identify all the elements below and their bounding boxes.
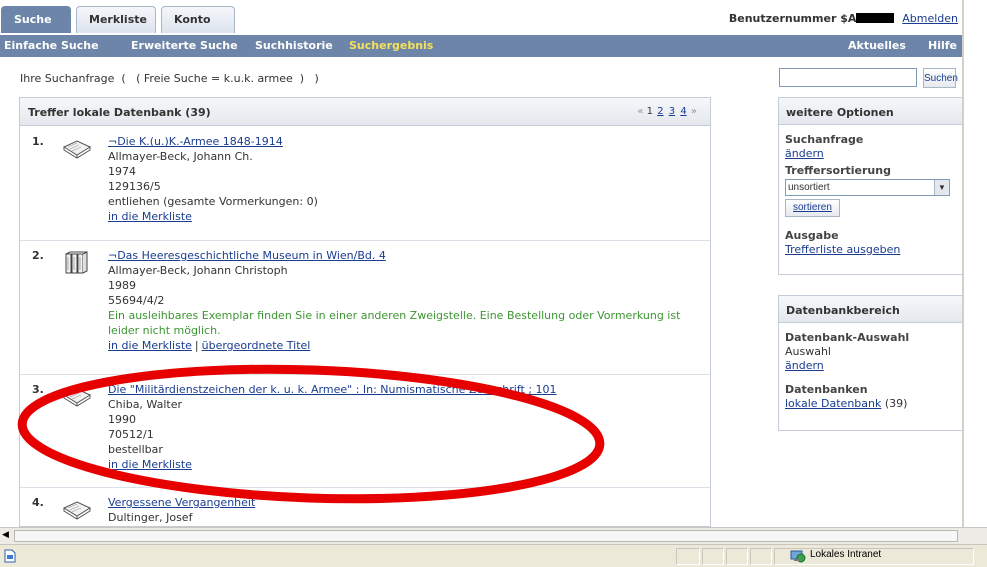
result-author: Chiba, Walter (108, 398, 182, 411)
result-details: ¬Das Heeresgeschichtliche Museum in Wien… (108, 248, 693, 353)
user-number-label: Benutzernummer $A (728, 12, 857, 25)
horizontal-scrollbar[interactable]: ◀ (0, 527, 987, 544)
database-select-value: Auswahl (785, 345, 831, 358)
add-to-watchlist-link[interactable]: in die Merkliste (108, 458, 192, 471)
result-details: Vergessene Vergangenheit Dultinger, Jose… (108, 495, 693, 525)
query-label: Suchanfrage (785, 133, 864, 146)
result-status: bestellbar (108, 443, 163, 456)
pager-page-3[interactable]: 3 (669, 106, 675, 117)
export-results-link[interactable]: Trefferliste ausgeben (785, 243, 900, 256)
parent-title-link[interactable]: übergeordnete Titel (202, 339, 311, 352)
result-author: Allmayer-Beck, Johann Christoph (108, 264, 288, 277)
status-cell (676, 548, 700, 565)
search-button[interactable]: Suchen (923, 68, 958, 88)
result-status: entliehen (gesamte Vormerkungen: 0) (108, 195, 318, 208)
result-number: 1. (32, 135, 44, 148)
redacted-user-id (856, 13, 895, 23)
results-header: Treffer lokale Datenbank (39) « 1 2 3 4 … (20, 98, 710, 126)
security-zone-label: Lokales Intranet (810, 549, 882, 560)
database-panel: Datenbankbereich Datenbank-Auswahl Auswa… (778, 295, 963, 431)
scrollbar-thumb[interactable] (14, 530, 958, 542)
pager-next[interactable]: » (691, 106, 697, 117)
result-signature: 129136/5 (108, 180, 161, 193)
book-icon (62, 501, 92, 520)
result-title-link[interactable]: Die "Militärdienstzeichen der k. u. k. A… (108, 383, 557, 396)
result-item: 3. Die "Militärdienstzeichen der k. u. k… (20, 375, 710, 488)
change-query-link[interactable]: ändern (785, 147, 824, 160)
books-series-icon (65, 251, 88, 274)
result-details: ¬Die K.(u.)K.-Armee 1848-1914 Allmayer-B… (108, 134, 693, 224)
nav-hilfe[interactable]: Hilfe (928, 39, 957, 52)
sub-navigation: Einfache Suche Erweiterte Suche Suchhist… (0, 35, 962, 57)
tab-merkliste[interactable]: Merkliste (76, 6, 156, 33)
sort-label: Treffersortierung (785, 164, 891, 177)
pager-page-1: 1 (646, 106, 653, 117)
pager: « 1 2 3 4 » (637, 106, 697, 117)
result-signature: 55694/4/2 (108, 294, 165, 307)
result-author: Allmayer-Beck, Johann Ch. (108, 150, 253, 163)
tab-suche[interactable]: Suche (1, 6, 71, 33)
status-cell (726, 548, 748, 565)
add-to-watchlist-link[interactable]: in die Merkliste (108, 210, 192, 223)
pager-page-2[interactable]: 2 (657, 106, 663, 117)
book-icon (62, 140, 92, 159)
nav-einfache-suche[interactable]: Einfache Suche (4, 39, 99, 52)
result-title-link[interactable]: ¬Das Heeresgeschichtliche Museum in Wien… (108, 249, 386, 262)
results-title: Treffer lokale Datenbank (39) (28, 106, 211, 119)
page-icon (4, 549, 16, 563)
result-year: 1989 (108, 279, 136, 292)
add-to-watchlist-link[interactable]: in die Merkliste (108, 339, 192, 352)
nav-suchhistorie[interactable]: Suchhistorie (255, 39, 333, 52)
local-database-link[interactable]: lokale Datenbank (785, 397, 881, 410)
result-number: 4. (32, 496, 44, 509)
pager-prev[interactable]: « (637, 106, 643, 117)
result-item: 2. ¬Das Heeresgeschichtliche Museum in W… (20, 241, 710, 375)
vertical-scrollbar-edge[interactable] (962, 0, 964, 527)
link-separator: | (194, 339, 199, 352)
result-number: 3. (32, 383, 44, 396)
pager-page-4[interactable]: 4 (680, 106, 686, 117)
result-title-link[interactable]: Vergessene Vergangenheit (108, 496, 255, 509)
database-title: Datenbankbereich (779, 296, 962, 323)
change-database-link[interactable]: ändern (785, 359, 824, 372)
status-cell (702, 548, 724, 565)
results-panel: Treffer lokale Datenbank (39) « 1 2 3 4 … (19, 97, 711, 527)
sort-select-value: unsortiert (788, 182, 830, 193)
result-item: 1. ¬Die K.(u.)K.-Armee 1848-1914 Allmaye… (20, 127, 710, 241)
search-input[interactable] (779, 68, 917, 87)
logout-link[interactable]: Abmelden (902, 12, 958, 25)
options-title: weitere Optionen (779, 98, 962, 125)
user-info: Benutzernummer $A Abmelden (729, 12, 958, 25)
database-select-label: Datenbank-Auswahl (785, 331, 910, 344)
result-number: 2. (32, 249, 44, 262)
chevron-down-icon[interactable]: ▼ (934, 180, 949, 195)
options-panel: weitere Optionen Suchanfrage ändern Tref… (778, 97, 963, 275)
tab-konto[interactable]: Konto (161, 6, 235, 33)
top-tab-bar: Suche Merkliste Konto Benutzernummer $A … (0, 0, 987, 34)
book-icon (62, 388, 92, 407)
output-label: Ausgabe (785, 229, 839, 242)
nav-erweiterte-suche[interactable]: Erweiterte Suche (131, 39, 238, 52)
search-query-summary: Ihre Suchanfrage ( ( Freie Suche = k.u.k… (20, 72, 319, 85)
sort-button[interactable]: sortieren (785, 199, 840, 217)
sort-select[interactable]: unsortiert ▼ (785, 179, 950, 196)
result-title-link[interactable]: ¬Die K.(u.)K.-Armee 1848-1914 (108, 135, 283, 148)
status-cell (750, 548, 772, 565)
local-database-count: (39) (884, 397, 908, 410)
result-item: 4. Vergessene Vergangenheit Dultinger, J… (20, 488, 710, 526)
result-year: 1990 (108, 413, 136, 426)
result-signature: 70512/1 (108, 428, 154, 441)
result-status: Ein ausleihbares Exemplar finden Sie in … (108, 309, 681, 337)
scroll-left-icon[interactable]: ◀ (2, 530, 9, 540)
status-bar: Lokales Intranet (0, 544, 987, 567)
result-author: Dultinger, Josef (108, 511, 193, 524)
result-details: Die "Militärdienstzeichen der k. u. k. A… (108, 382, 693, 472)
intranet-globe-icon (790, 550, 806, 563)
nav-aktuelles[interactable]: Aktuelles (848, 39, 906, 52)
databases-label: Datenbanken (785, 383, 868, 396)
result-year: 1974 (108, 165, 136, 178)
nav-suchergebnis[interactable]: Suchergebnis (349, 39, 433, 52)
